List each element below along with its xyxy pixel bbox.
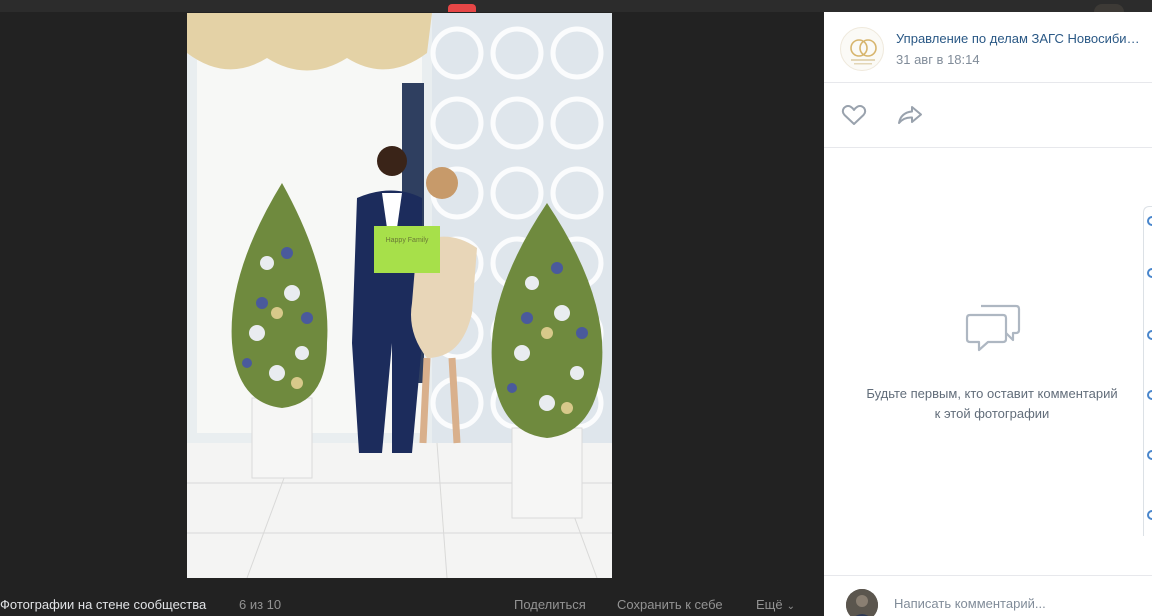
post-header: Управление по делам ЗАГС Новосибирской о… — [824, 12, 1152, 83]
photo-footer: Фотографии на стене сообщества 6 из 10 П… — [0, 586, 824, 616]
share-link[interactable]: Поделиться — [514, 597, 586, 612]
list-item[interactable] — [1147, 330, 1152, 340]
share-button[interactable] — [896, 103, 924, 127]
side-list-edge — [1143, 206, 1152, 536]
notification-badge[interactable] — [448, 4, 476, 12]
list-border — [1143, 206, 1152, 536]
like-button[interactable] — [840, 103, 868, 127]
album-title[interactable]: Фотографии на стене сообщества — [0, 597, 206, 612]
share-arrow-icon — [898, 106, 922, 124]
list-item[interactable] — [1147, 268, 1152, 278]
rings-logo-icon — [850, 39, 877, 65]
list-item[interactable] — [1147, 450, 1152, 460]
post-date[interactable]: 31 авг в 18:14 — [896, 52, 980, 67]
photo-actions — [824, 83, 1152, 148]
comments-bubble-icon — [964, 300, 1022, 356]
community-avatar[interactable] — [840, 27, 884, 71]
top-bar — [0, 0, 1152, 12]
more-menu[interactable]: Ещё ⌄ — [756, 597, 795, 612]
chevron-down-icon: ⌄ — [786, 601, 795, 612]
list-item[interactable] — [1147, 216, 1152, 226]
photo-image: Happy Family — [187, 13, 612, 578]
user-avatar[interactable] — [1094, 4, 1124, 12]
list-item[interactable] — [1147, 510, 1152, 520]
comments-empty-state: Будьте первым, кто оставит комментарий к… — [824, 148, 1152, 576]
current-user-avatar[interactable] — [846, 589, 878, 616]
save-to-album-link[interactable]: Сохранить к себе — [617, 597, 723, 612]
list-item[interactable] — [1147, 390, 1152, 400]
photo-sign-text: Happy Family — [386, 237, 429, 244]
empty-comments-message: Будьте первым, кто оставит комментарий к… — [866, 386, 1118, 421]
comment-input[interactable]: Написать комментарий... — [894, 596, 1046, 611]
wedding-photo[interactable]: Happy Family — [187, 13, 612, 578]
heart-icon — [841, 104, 867, 125]
photo-info-panel: Управление по делам ЗАГС Новосибирской о… — [824, 12, 1152, 616]
comment-composer: Написать комментарий... — [824, 575, 1152, 616]
photo-counter: 6 из 10 — [239, 597, 282, 612]
more-label: Ещё — [756, 597, 783, 612]
community-name[interactable]: Управление по делам ЗАГС Новосибирской о… — [896, 31, 1146, 46]
